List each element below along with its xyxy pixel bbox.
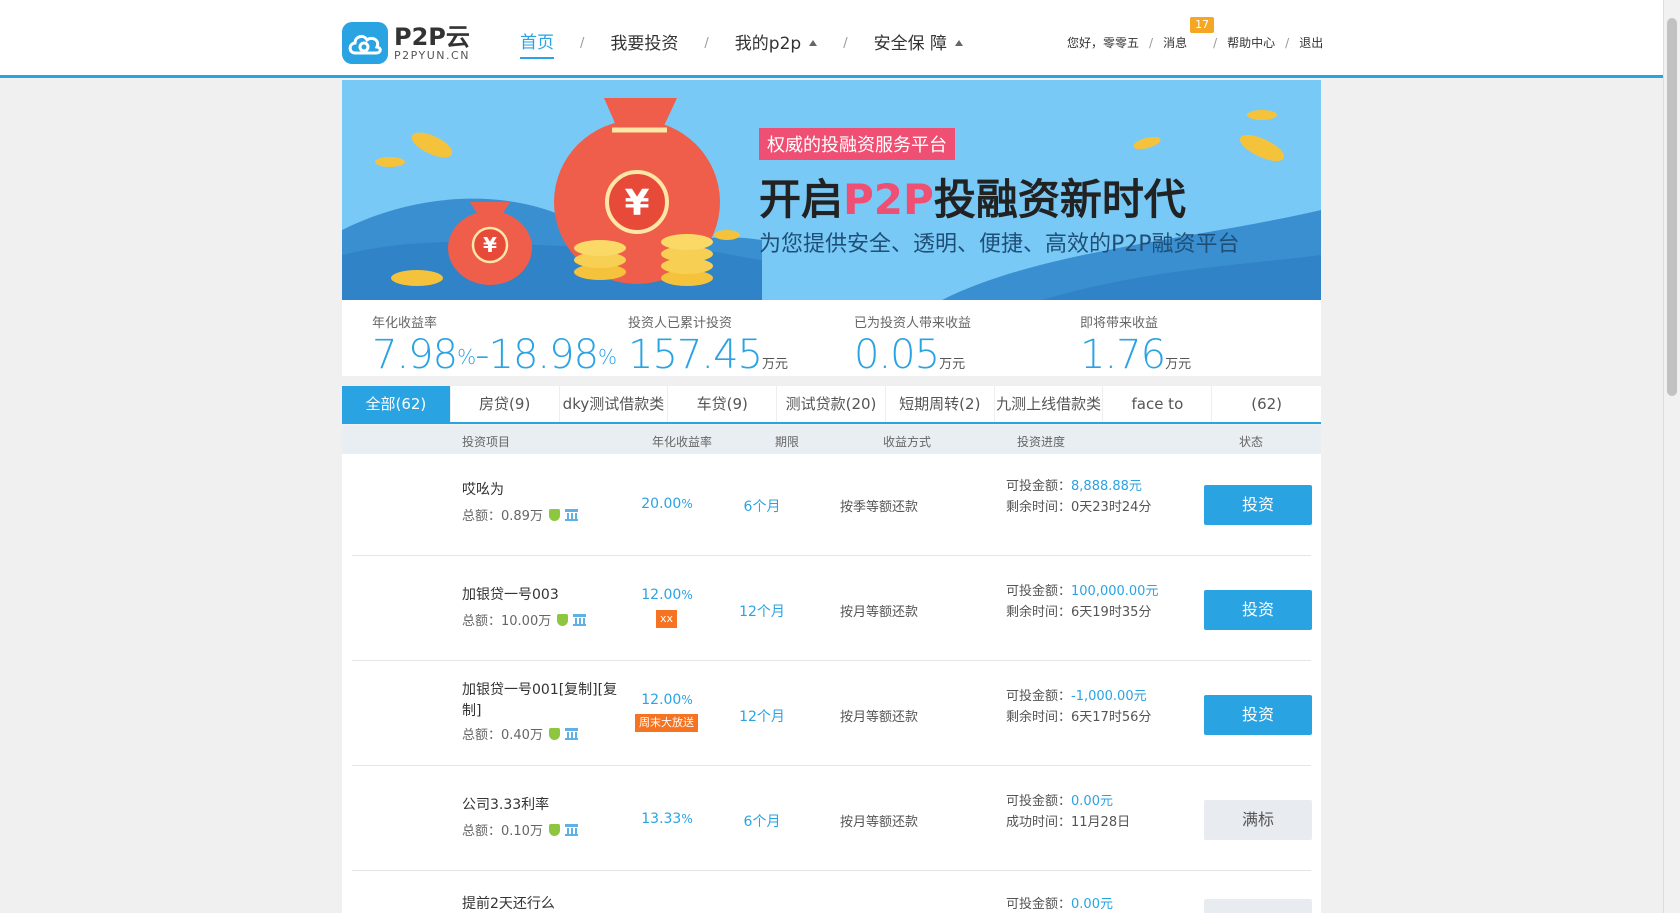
stat-earned: 已为投资人带来收益 0.05万元 [854,316,972,378]
table-row: 加银贷一号001[复制][复制] 总额：0.40万 12.00% 周末大放送 1… [352,662,1312,766]
invest-button[interactable]: 投资 [1204,485,1312,525]
stat-annual-rate: 年化收益率 7.98%-18.98% [372,316,617,378]
loan-name[interactable]: 加银贷一号003 [462,585,622,606]
loan-name[interactable]: 哎吆为 [462,480,622,501]
table-header: 投资项目 年化收益率 期限 收益方式 投资进度 状态 [342,426,1321,454]
loan-name[interactable]: 公司3.33利率 [462,795,622,816]
status-button[interactable] [1204,899,1312,913]
main-nav: 首页 / 我要投资 / 我的p2p / 安全保 障 [520,28,963,59]
page-scrollbar[interactable] [1663,0,1680,913]
tab-short-term[interactable]: 短期周转(2) [886,386,995,422]
logo[interactable]: P2P云 P2PYUN.CN [342,22,470,64]
loan-rate: 12.00% [641,692,693,708]
logo-name: P2P云 [394,23,470,51]
tab-housing[interactable]: 房贷(9) [451,386,560,422]
loan-method: 按季等额还款 [840,500,919,515]
invest-button[interactable]: 投资 [1204,590,1312,630]
bank-icon [564,823,578,836]
cloud-icon [342,22,388,64]
stat-total-invested: 投资人已累计投资 157.45万元 [628,316,788,378]
loan-method: 按月等额还款 [840,605,919,620]
promo-badge: xx [656,610,678,628]
banner-subtitle: 为您提供安全、透明、便捷、高效的P2P融资平台 [759,232,1240,257]
loan-list: 哎吆为 总额：0.89万 20.00% 6个月 按季等额还款 可投金额：8,88… [342,454,1321,913]
tab-dky[interactable]: dky测试借款类 [560,386,669,422]
svg-text:¥: ¥ [483,233,497,257]
loan-total: 总额：0.40万 [462,724,578,743]
tab-nine-test[interactable]: 九测上线借款类 [995,386,1104,422]
loan-progress: 可投金额：-1,000.00元 剩余时间：6天17时56分 [1006,689,1152,725]
tab-test-loan[interactable]: 测试贷款(20) [777,386,886,422]
loan-method: 按月等额还款 [840,815,919,830]
nav-invest[interactable]: 我要投资 [610,29,678,58]
message-count-badge: 17 [1190,17,1215,33]
greeting[interactable]: 您好，零零五 [1067,34,1139,51]
invest-button[interactable]: 投资 [1204,695,1312,735]
tab-other[interactable]: (62) [1212,386,1321,422]
loan-term: 12个月 [739,709,785,725]
tab-all[interactable]: 全部(62) [342,386,451,422]
tab-car[interactable]: 车贷(9) [668,386,778,422]
loan-term: 6个月 [743,814,781,830]
logout-link[interactable]: 退出 [1299,34,1323,51]
col-rate: 年化收益率 [652,435,713,449]
shield-icon [557,613,569,626]
stats-panel: 年化收益率 7.98%-18.98% 投资人已累计投资 157.45万元 已为投… [342,300,1321,378]
messages-link[interactable]: 消息 17 [1163,17,1215,51]
table-row: 公司3.33利率 总额：0.10万 13.33% 6个月 按月等额还款 可投金额… [352,767,1312,871]
loan-progress: 可投金额：8,888.88元 剩余时间：0天23时24分 [1006,479,1152,515]
caret-up-icon [954,39,963,46]
nav-separator: / [704,36,709,51]
table-row: 哎吆为 总额：0.89万 20.00% 6个月 按季等额还款 可投金额：8,88… [352,454,1312,556]
loan-progress: 可投金额：0.00元 成功时间：11月28日 [1006,794,1131,830]
nav-my-p2p[interactable]: 我的p2p [735,29,818,58]
category-tabs: 全部(62) 房贷(9) dky测试借款类 车贷(9) 测试贷款(20) 短期周… [342,386,1321,424]
bank-icon [564,727,578,740]
loan-total: 总额：0.89万 [462,505,578,524]
col-method: 收益方式 [883,435,932,449]
nav-security[interactable]: 安全保 障 [874,29,963,58]
shield-icon [548,508,560,521]
caret-up-icon [809,39,818,46]
nav-home[interactable]: 首页 [520,28,554,59]
loan-progress: 可投金额：100,000.00元 剩余时间：6天19时35分 [1006,584,1159,620]
col-term: 期限 [775,435,800,449]
bank-icon [564,508,578,521]
banner-tag: 权威的投融资服务平台 [759,128,955,160]
loan-progress: 可投金额：0.00元 [1006,897,1113,912]
col-project: 投资项目 [462,435,511,449]
promo-badge: 周末大放送 [635,714,698,732]
loan-name[interactable]: 提前2天还行么 [462,894,622,913]
col-progress: 投资进度 [1017,435,1066,449]
loan-total: 总额：10.00万 [462,610,587,629]
loan-rate: 12.00% [641,587,693,603]
promo-banner[interactable]: ¥ ¥ 权威的投融资服务平台 开启P2P投融资新时代 为您提供安全、透明、便捷、… [342,80,1321,300]
logo-domain: P2PYUN.CN [394,49,470,62]
bank-icon [573,613,587,626]
loan-rate: 20.00% [641,496,693,512]
loan-total: 总额：0.10万 [462,820,578,839]
col-status: 状态 [1239,435,1264,449]
nav-separator: / [843,36,848,51]
tab-face-to[interactable]: face to [1103,386,1213,422]
top-header: P2P云 P2PYUN.CN 首页 / 我要投资 / 我的p2p / 安全保 障… [0,0,1663,78]
loan-method: 按月等额还款 [840,710,919,725]
loan-term: 6个月 [743,499,781,515]
table-row: 提前2天还行么 可投金额：0.00元 [352,872,1312,913]
full-status-button[interactable]: 满标 [1204,800,1312,840]
help-link[interactable]: 帮助中心 [1227,34,1275,51]
table-row: 加银贷一号003 总额：10.00万 12.00% xx 12个月 按月等额还款… [352,557,1312,661]
loan-rate: 13.33% [641,811,693,827]
banner-title: 开启P2P投融资新时代 [759,175,1186,224]
stat-upcoming: 即将带来收益 1.76万元 [1080,316,1192,378]
svg-text:¥: ¥ [624,183,649,224]
nav-separator: / [580,36,585,51]
scrollbar-thumb[interactable] [1667,18,1677,396]
shield-icon [548,727,560,740]
loan-name[interactable]: 加银贷一号001[复制][复制] [462,680,622,722]
loan-term: 12个月 [739,604,785,620]
shield-icon [548,823,560,836]
user-links: 您好，零零五 / 消息 17 / 帮助中心 / 退出 [1067,17,1324,51]
